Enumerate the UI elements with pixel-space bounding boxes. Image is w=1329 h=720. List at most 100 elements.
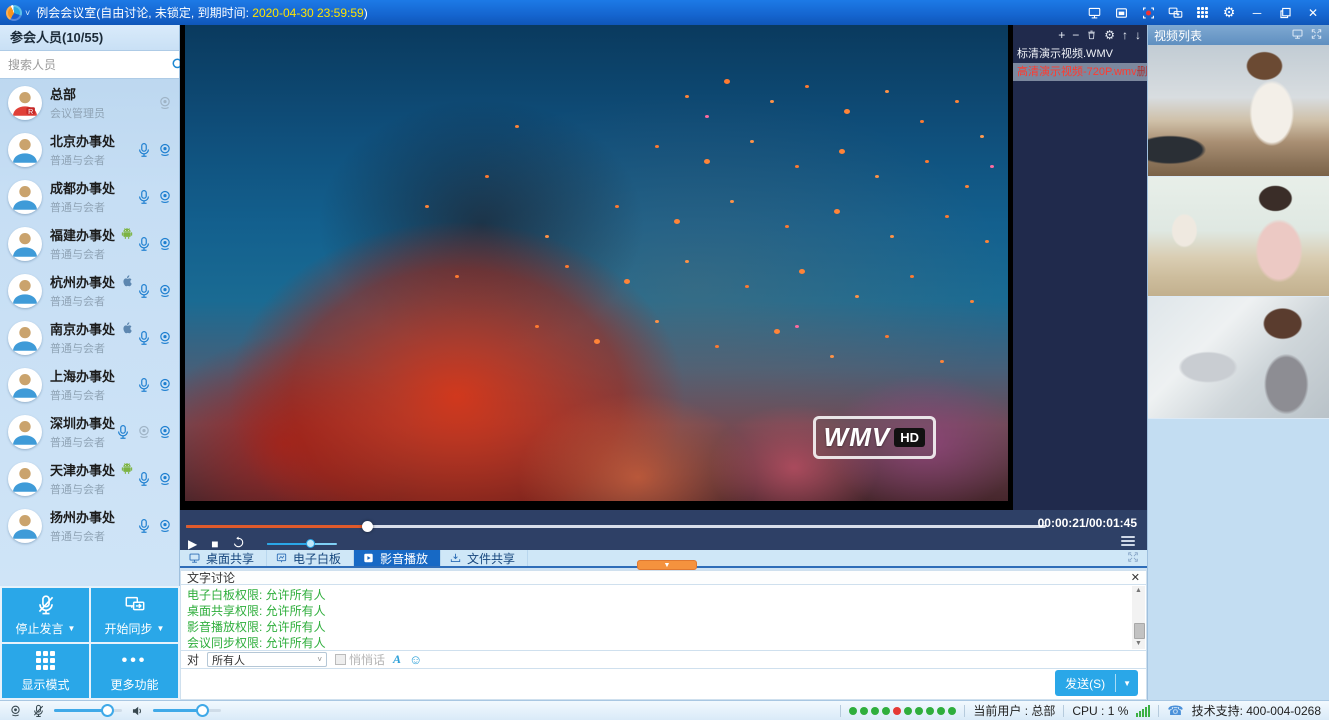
seek-bar[interactable] <box>186 521 1046 531</box>
participant-row-chengdu[interactable]: 成都办事处 普通与会者 <box>0 173 179 220</box>
send-options-arrow-icon[interactable]: ▼ <box>1116 679 1138 688</box>
playlist-settings-icon[interactable]: ⚙ <box>1104 25 1115 45</box>
status-dots <box>849 707 956 715</box>
participant-row-shanghai[interactable]: 上海办事处 普通与会者 <box>0 361 179 408</box>
mic-volume-slider[interactable] <box>54 706 122 716</box>
playlist-move-down-button[interactable]: ↓ <box>1135 25 1141 45</box>
search-input[interactable] <box>0 53 171 77</box>
webcam-icon[interactable] <box>157 141 173 159</box>
mic-volume-thumb[interactable] <box>101 704 114 717</box>
more-features-button[interactable]: ••• 更多功能 <box>91 644 178 698</box>
speaker-volume-thumb[interactable] <box>196 704 209 717</box>
play-button[interactable]: ▶ <box>188 537 197 551</box>
participant-row-nanjing[interactable]: 南京办事处 普通与会者 <box>0 314 179 361</box>
mic-icon[interactable] <box>136 517 152 535</box>
webcam-icon[interactable] <box>157 188 173 206</box>
seek-thumb[interactable] <box>362 521 373 532</box>
minimize-button[interactable]: ─ <box>1247 5 1267 21</box>
tab-file-share[interactable]: 文件共享 <box>441 550 528 566</box>
mic-muted-status-icon[interactable] <box>31 704 46 718</box>
webcam-icon[interactable] <box>157 329 173 347</box>
tab-desktop-share[interactable]: 桌面共享 <box>180 550 267 566</box>
playlist-move-up-button[interactable]: ↑ <box>1122 25 1128 45</box>
mic-icon[interactable] <box>136 470 152 488</box>
volume-thumb[interactable] <box>306 539 315 548</box>
display-mode-button[interactable]: 显示模式 <box>2 644 89 698</box>
tab-whiteboard[interactable]: 电子白板 <box>267 550 354 566</box>
dropdown-arrow-icon[interactable]: ▼ <box>157 624 165 633</box>
playlist-remove-button[interactable]: − <box>1072 25 1079 45</box>
participant-name: 成都办事处 <box>50 178 115 197</box>
chat-input-area[interactable]: 发送(S) ▼ <box>180 669 1147 700</box>
webcam-icon[interactable] <box>157 517 173 535</box>
checkbox-icon[interactable] <box>335 654 346 665</box>
playlist-toggle-icon[interactable] <box>1121 534 1135 548</box>
chat-scroll-thumb[interactable] <box>1134 623 1145 639</box>
stop-speaking-button[interactable]: 停止发言▼ <box>2 588 89 642</box>
expand-panel-icon[interactable] <box>1310 28 1323 43</box>
mic-icon[interactable] <box>136 282 152 300</box>
whisper-checkbox[interactable]: 悄悄话 <box>335 651 385 668</box>
close-button[interactable]: ✕ <box>1303 5 1323 21</box>
mic-icon[interactable] <box>136 188 152 206</box>
settings-gear-icon[interactable]: ⚙ <box>1220 5 1238 21</box>
webcam-icon[interactable] <box>157 282 173 300</box>
monitor-small-icon[interactable] <box>1291 28 1304 43</box>
participant-role: 普通与会者 <box>50 246 136 262</box>
emoji-icon[interactable]: ☺ <box>409 652 422 667</box>
playlist-add-button[interactable]: + <box>1058 25 1065 45</box>
mic-icon[interactable] <box>136 141 152 159</box>
android-icon <box>120 461 134 478</box>
layout-grid-icon[interactable] <box>1193 5 1211 21</box>
webcam-status-icon[interactable] <box>8 704 23 718</box>
participant-row-hq[interactable]: 总部 会议管理员 <box>0 79 179 126</box>
recipient-select[interactable]: 所有人 ˅ <box>207 652 327 667</box>
chevron-down-icon[interactable]: ˅ <box>25 8 30 18</box>
webcam-icon[interactable] <box>157 235 173 253</box>
webcam-icon[interactable] <box>157 376 173 394</box>
record-icon[interactable] <box>1139 5 1157 21</box>
participant-row-beijing[interactable]: 北京办事处 普通与会者 <box>0 126 179 173</box>
participant-row-yangzhou[interactable]: 扬州办事处 普通与会者 <box>0 502 179 549</box>
playlist-trash-icon[interactable] <box>1086 25 1097 45</box>
participant-row-tianjin[interactable]: 天津办事处 普通与会者 <box>0 455 179 502</box>
start-sync-button[interactable]: 开始同步▼ <box>91 588 178 642</box>
webcam-off-icon[interactable] <box>136 423 152 441</box>
video-thumbnail-1[interactable] <box>1148 45 1329 177</box>
playlist-item[interactable]: 标清演示视频.WMV <box>1013 45 1147 63</box>
window-mode-icon[interactable] <box>1112 5 1130 21</box>
participant-row-hangzhou[interactable]: 杭州办事处 普通与会者 <box>0 267 179 314</box>
video-thumbnail-2[interactable] <box>1148 177 1329 297</box>
chat-collapse-handle[interactable]: ▼ <box>637 560 697 570</box>
network-share-icon[interactable] <box>1166 5 1184 21</box>
playlist-item-selected[interactable]: 高清演示视频-720P.wmv 删除 <box>1013 63 1147 81</box>
video-thumbnail-3[interactable] <box>1148 297 1329 419</box>
chat-panel: 文字讨论 ✕ 电子白板权限: 允许所有人 桌面共享权限: 允许所有人 影音播放权… <box>180 570 1147 700</box>
mic-icon[interactable] <box>136 235 152 253</box>
volume-slider[interactable] <box>267 539 337 549</box>
mic-icon[interactable] <box>136 329 152 347</box>
mic-icon[interactable] <box>115 423 131 441</box>
webcam-icon[interactable] <box>157 94 173 112</box>
fullscreen-expand-icon[interactable] <box>1127 551 1139 566</box>
speaker-icon[interactable] <box>130 704 145 718</box>
webcam-icon[interactable] <box>157 470 173 488</box>
dropdown-arrow-icon[interactable]: ▼ <box>68 624 76 633</box>
participant-row-fujian[interactable]: 福建办事处 普通与会者 <box>0 220 179 267</box>
tab-media-playback[interactable]: 影音播放 <box>354 550 441 566</box>
speaker-volume-slider[interactable] <box>153 706 221 716</box>
participant-row-shenzhen[interactable]: 深圳办事处 普通与会者 <box>0 408 179 455</box>
participant-name: 福建办事处 <box>50 225 115 244</box>
maximize-button[interactable] <box>1276 5 1294 21</box>
scroll-down-icon[interactable]: ▼ <box>1135 640 1142 648</box>
mic-icon[interactable] <box>136 376 152 394</box>
scroll-up-icon[interactable]: ▲ <box>1135 587 1142 595</box>
chat-message: 桌面共享权限: 允许所有人 <box>187 603 1128 619</box>
chat-scrollbar[interactable]: ▲ ▼ <box>1132 586 1145 649</box>
font-style-icon[interactable]: A <box>393 652 401 667</box>
screen-share-icon[interactable] <box>1085 5 1103 21</box>
playlist-delete-link[interactable]: 删除 <box>1137 63 1147 81</box>
send-button[interactable]: 发送(S) ▼ <box>1055 670 1138 696</box>
chat-close-icon[interactable]: ✕ <box>1131 571 1140 584</box>
webcam-icon[interactable] <box>157 423 173 441</box>
